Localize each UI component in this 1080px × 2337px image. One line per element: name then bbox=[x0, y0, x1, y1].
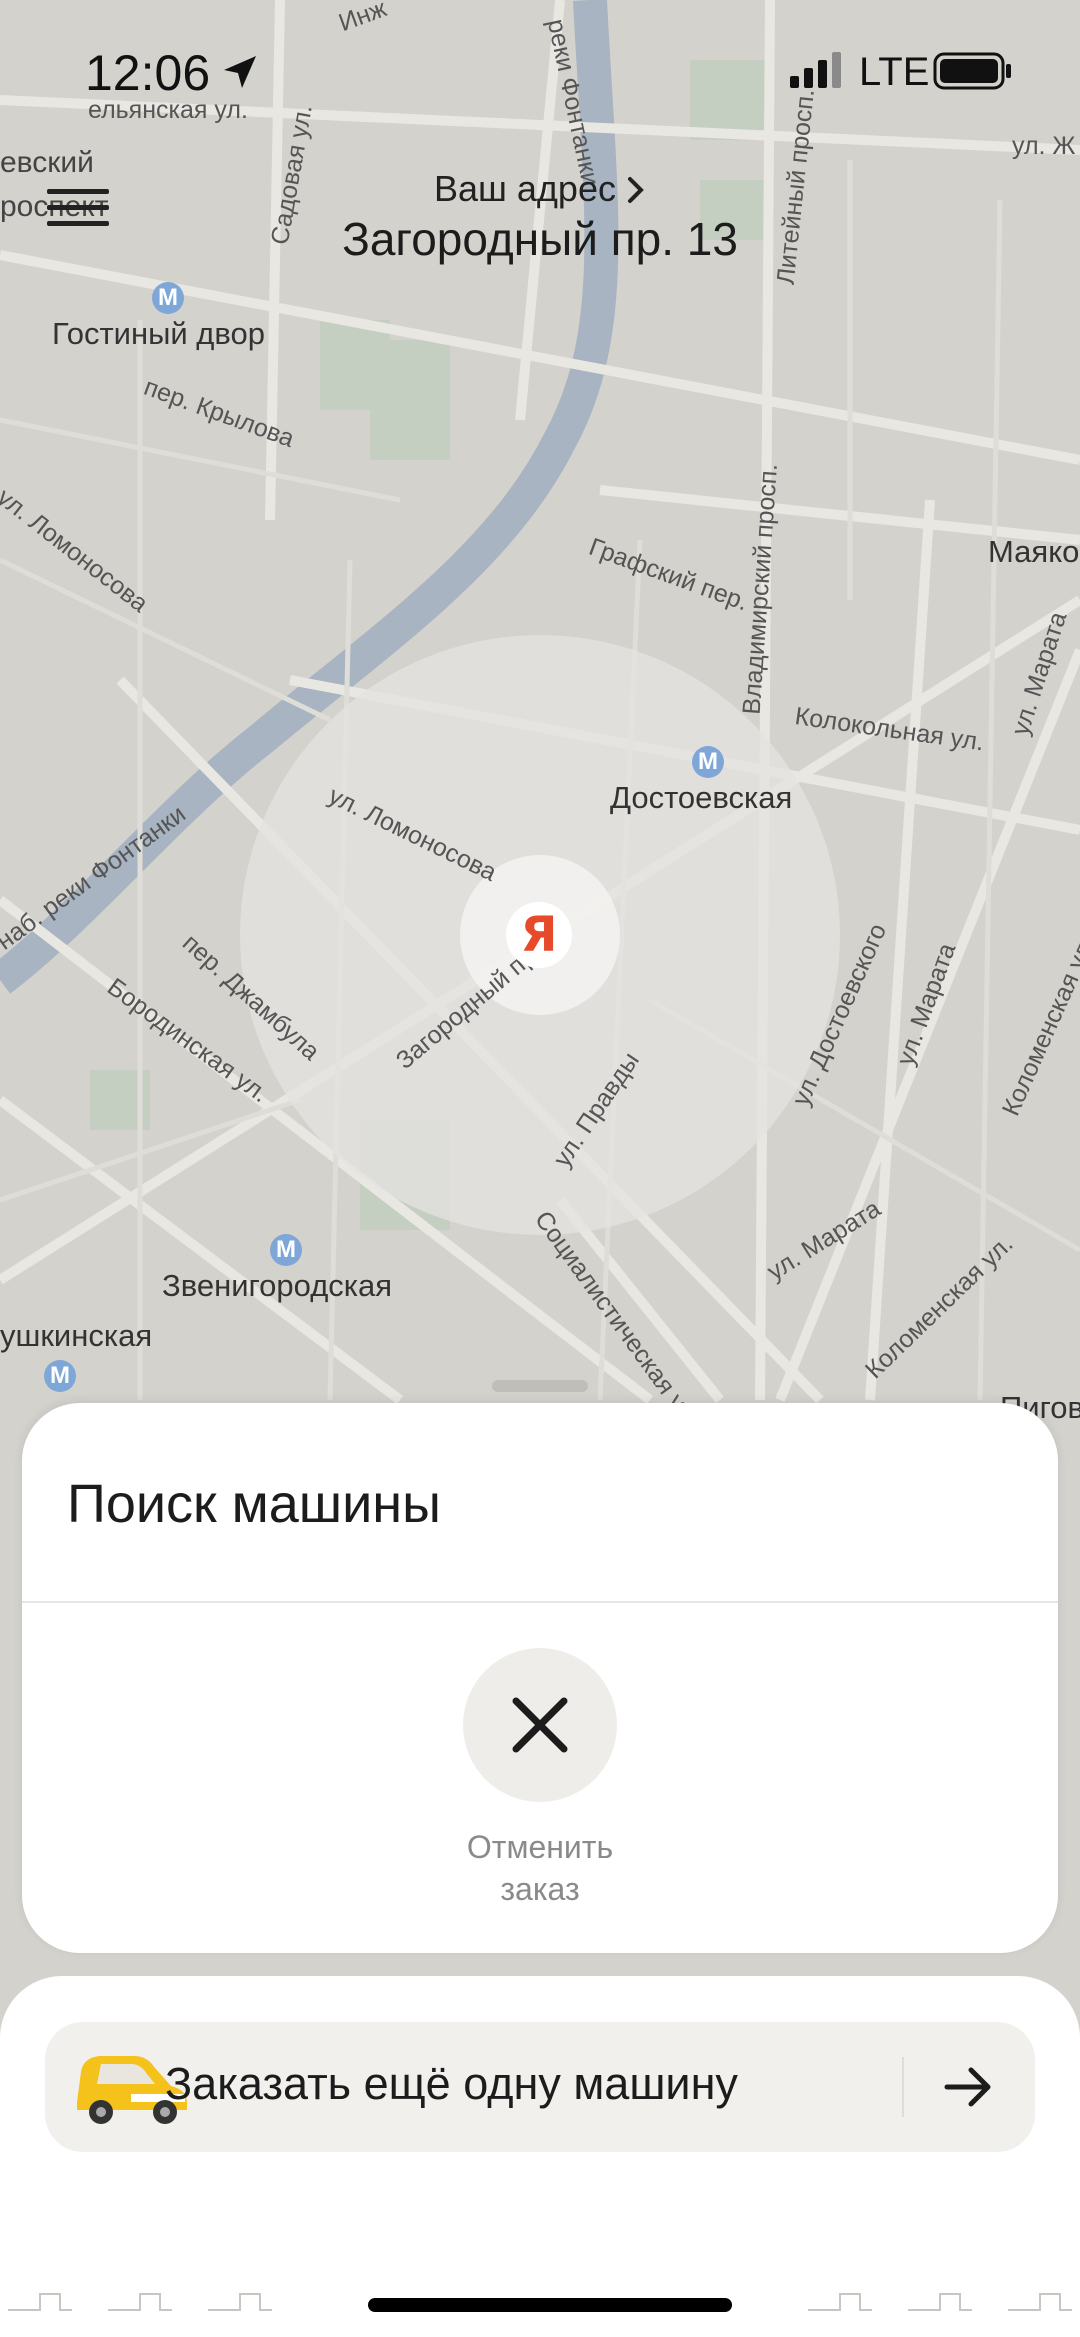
search-sheet: Поиск машины Отменить заказ bbox=[22, 1403, 1058, 1953]
divider bbox=[22, 1601, 1058, 1603]
location-pin[interactable]: Я bbox=[506, 902, 572, 968]
chevron-right-icon bbox=[628, 177, 644, 203]
metro-icon: M bbox=[152, 282, 184, 314]
location-arrow-icon bbox=[224, 56, 256, 88]
metro-station-label: Маяко bbox=[988, 534, 1080, 569]
divider bbox=[902, 2057, 904, 2117]
order-another-label: Заказать ещё одну машину bbox=[165, 2058, 738, 2109]
cancel-label-line2: заказ bbox=[500, 1871, 580, 1907]
sheet-handle[interactable] bbox=[492, 1380, 588, 1392]
order-another-car-button[interactable]: Заказать ещё одну машину bbox=[45, 2022, 1035, 2152]
metro-icon: M bbox=[44, 1360, 76, 1392]
metro-station-label: Достоевская bbox=[610, 780, 793, 815]
metro-station-label: ушкинская bbox=[0, 1318, 153, 1353]
status-bar: 12:06 LTE bbox=[0, 0, 1080, 140]
address-caption-label: Ваш адрес bbox=[433, 168, 616, 209]
metro-icon: M bbox=[270, 1234, 302, 1266]
close-icon bbox=[512, 1697, 568, 1753]
address-caption[interactable]: Ваш адрес bbox=[0, 168, 1080, 210]
cancel-label-line1: Отменить bbox=[466, 1829, 614, 1865]
metro-station-label: Звенигородская bbox=[162, 1268, 393, 1303]
current-address[interactable]: Загородный пр. 13 bbox=[0, 212, 1080, 266]
metro-station-label: Гостиный двор bbox=[52, 316, 265, 351]
sheet-title: Поиск машины bbox=[67, 1474, 441, 1534]
cancel-order-button[interactable] bbox=[463, 1648, 617, 1802]
cancel-order-label[interactable]: Отменить заказ bbox=[22, 1826, 1058, 1910]
network-type: LTE bbox=[859, 50, 930, 94]
arrow-right-icon bbox=[944, 2067, 991, 2107]
battery-icon bbox=[933, 52, 1011, 90]
home-indicator[interactable] bbox=[368, 2298, 732, 2312]
status-time: 12:06 bbox=[85, 45, 211, 101]
metro-icon: M bbox=[692, 746, 724, 778]
signal-icon bbox=[790, 52, 841, 88]
